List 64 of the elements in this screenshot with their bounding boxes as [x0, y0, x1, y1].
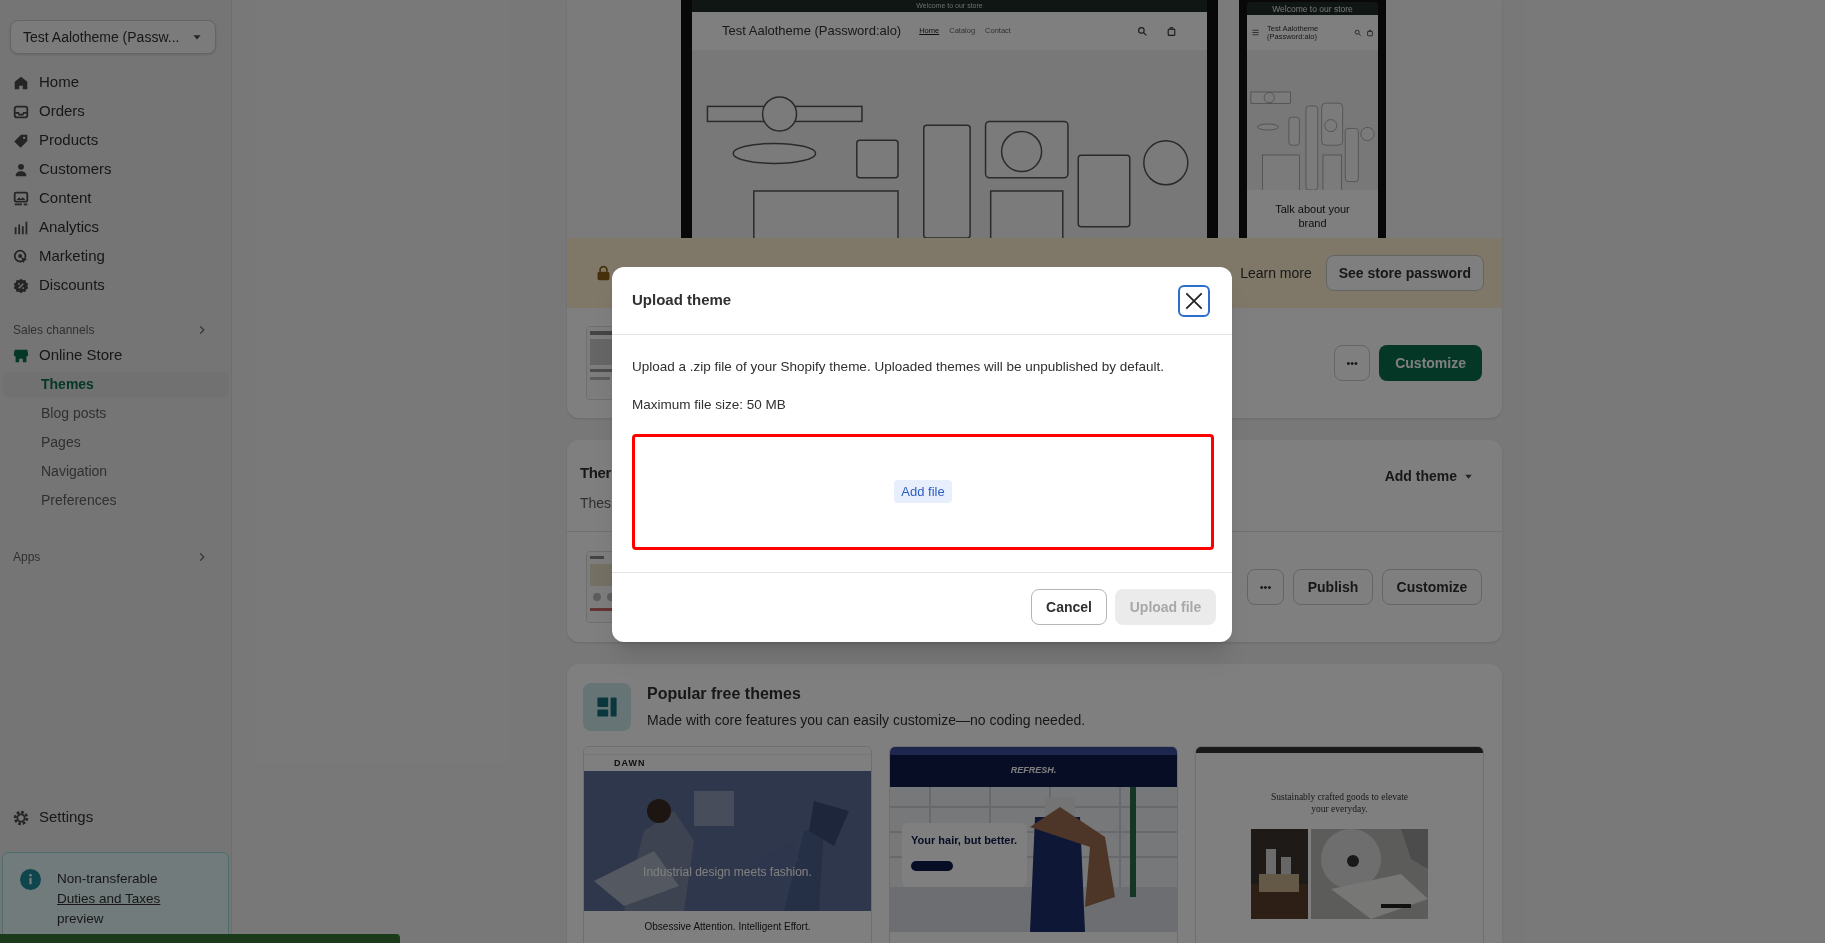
- tagline: Obsessive Attention. Intelligent Effort.: [644, 920, 811, 934]
- hero-headline: Industrial design meets fashion.: [643, 864, 812, 881]
- theme-preview[interactable]: Sustainably crafted goods to elevate your everyday.: [1195, 746, 1484, 943]
- store-name: Test Aalotheme (Password:alo): [722, 22, 902, 41]
- section-title: Popular free themes: [647, 684, 802, 704]
- add-file-button[interactable]: Add file: [894, 479, 952, 504]
- customize-button[interactable]: Customize: [1382, 569, 1482, 605]
- more-actions-button[interactable]: •••: [1334, 345, 1371, 381]
- max-size-text: Maximum file size: 50 MB: [632, 396, 787, 415]
- nav-subitem[interactable]: Navigation: [2, 459, 229, 484]
- notice-text: preview: [57, 910, 105, 928]
- target-icon: [12, 247, 30, 266]
- nav-item[interactable]: Discounts: [0, 273, 231, 298]
- section-header[interactable]: Sales channels: [0, 319, 221, 341]
- notice-link[interactable]: Duties and Taxes: [57, 889, 161, 909]
- nav-item[interactable]: Online Store: [0, 343, 231, 368]
- bag-icon: [1166, 25, 1177, 37]
- logo-text: REFRESH.: [1010, 764, 1057, 778]
- announcement-text: Welcome to our store: [1272, 3, 1353, 14]
- nav-item[interactable]: Settings: [0, 805, 231, 830]
- learn-more-link[interactable]: Learn more: [1240, 262, 1312, 284]
- section-subtitle: Made with core features you can easily customize—no coding needed.: [647, 711, 1086, 730]
- info-icon: [20, 869, 41, 890]
- hero-headline: Sustainably crafted goods to elevate your everyday.: [1269, 791, 1410, 815]
- search-icon: [1137, 25, 1148, 37]
- nav-item[interactable]: Products: [0, 128, 231, 153]
- drop-zone[interactable]: Add file: [632, 433, 1214, 550]
- lock-icon: [595, 264, 612, 282]
- section-header[interactable]: Apps: [0, 546, 221, 568]
- close-button[interactable]: [1178, 284, 1210, 317]
- section-title: Ther: [580, 463, 612, 483]
- nav-subitem[interactable]: Blog posts: [2, 401, 229, 426]
- nav-item[interactable]: Analytics: [0, 215, 231, 240]
- publish-button[interactable]: Publish: [1293, 569, 1373, 605]
- hero-headline: Your hair, but better.: [911, 833, 1018, 848]
- nav-item[interactable]: Content: [0, 186, 231, 211]
- theme-preview[interactable]: REFRESH. Your hair, but better.: [889, 746, 1178, 943]
- nav-subitem[interactable]: Pages: [2, 430, 229, 455]
- section-heading: Talk about your brand: [1274, 202, 1351, 231]
- menu-icon: [1251, 28, 1260, 37]
- dialog-description: Upload a .zip file of your Shopify theme. Uploaded themes will be unpublished by default.: [632, 358, 1166, 376]
- customize-button[interactable]: Customize: [1379, 345, 1482, 381]
- bag-icon: [1366, 28, 1374, 37]
- theme-preview[interactable]: DAWN Industrial design meets fashion. Obsessive Attention. Intelligent Effort.: [583, 746, 872, 943]
- nav-subitem[interactable]: Themes: [2, 372, 229, 397]
- nav-item[interactable]: Marketing: [0, 244, 231, 269]
- discount-icon: [12, 276, 30, 295]
- store-switcher[interactable]: Test Aalotheme (Passw...: [10, 20, 216, 54]
- dialog-title: Upload theme: [632, 290, 732, 311]
- notice-text: Non-transferable: [57, 870, 159, 888]
- see-store-password-button[interactable]: See store password: [1325, 255, 1484, 291]
- settings-icon: [12, 808, 30, 827]
- section-subtitle: Thes: [580, 493, 612, 513]
- nav-item[interactable]: Orders: [0, 99, 231, 124]
- search-icon: [1354, 28, 1362, 37]
- pill-button: [911, 860, 953, 871]
- cancel-button[interactable]: Cancel: [1031, 589, 1107, 625]
- more-actions-button[interactable]: •••: [1247, 569, 1284, 605]
- image-icon: [12, 189, 30, 208]
- logo-text: DAWN: [614, 758, 646, 768]
- nav-subitem[interactable]: Preferences: [2, 488, 229, 513]
- add-theme-button[interactable]: Add theme: [1384, 466, 1474, 487]
- nav-item[interactable]: Customers: [0, 157, 231, 182]
- nav-item[interactable]: Home: [0, 70, 231, 95]
